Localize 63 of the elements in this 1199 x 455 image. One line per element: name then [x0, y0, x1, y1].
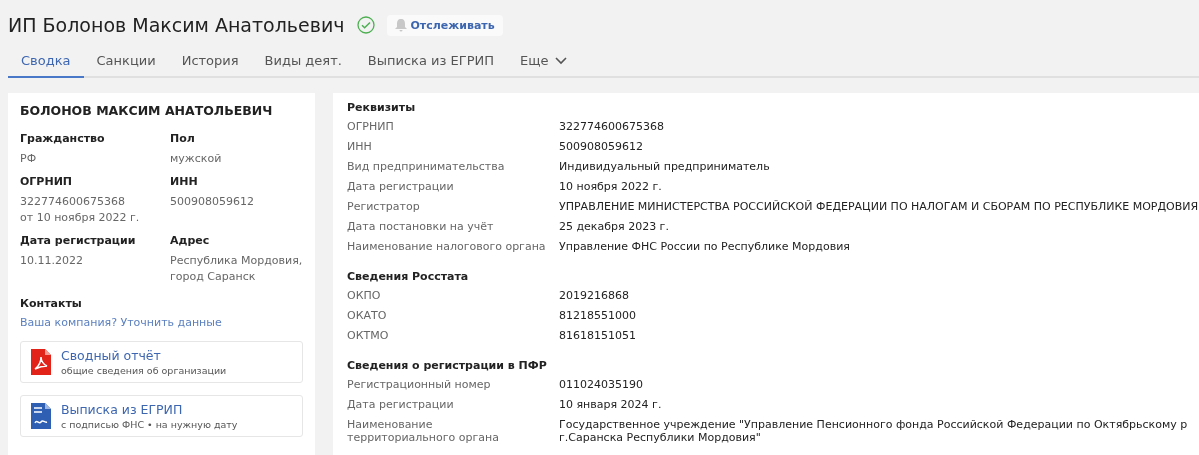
field-label: Пол: [170, 132, 196, 145]
row-label: Дата регистрации: [347, 397, 455, 413]
row-value: 81218551000: [559, 308, 637, 324]
tab[interactable]: Еще: [507, 47, 580, 78]
field-value: мужской: [170, 151, 223, 167]
field-value: 500908059612: [170, 194, 255, 210]
document-title[interactable]: Сводный отчёт: [61, 348, 227, 363]
row-label: ИНН: [347, 139, 373, 155]
follow-button[interactable]: Отслеживать: [386, 14, 503, 36]
document-subtitle: с подписью ФНС • на нужную дату: [61, 419, 238, 430]
row-value: Индивидуальный предприниматель: [559, 159, 771, 175]
field-label: Адрес: [170, 234, 211, 247]
document-title[interactable]: Выписка из ЕГРИП: [61, 402, 238, 417]
row-value: 10 января 2024 г.: [559, 397, 663, 413]
row-label: ОКАТО: [347, 308, 388, 324]
chevron-down-icon: [554, 56, 567, 65]
row-label: Дата постановки на учёт: [347, 219, 495, 235]
row-value: Государственное учреждение "Управление Пенсионного фонда Российской Федерации по Октябрьскому р г.Саранска Республики Мордовия": [559, 417, 1189, 444]
tab[interactable]: История: [168, 47, 252, 78]
row-value: УПРАВЛЕНИЕ МИНИСТЕРСТВА РОССИЙСКОЙ ФЕДЕРАЦИИ ПО НАЛОГАМ И СБОРАМ ПО РЕСПУБЛИКЕ МОРДОВИЯ: [559, 199, 1199, 215]
field-value: Республика Мордовия, город Саранск: [170, 253, 303, 285]
row-value: 25 декабря 2023 г.: [559, 219, 670, 235]
tab[interactable]: Виды деят.: [251, 47, 355, 78]
field-label: Гражданство: [20, 132, 106, 145]
field-note: от 10 ноября 2022 г.: [20, 210, 141, 226]
pdf-file-icon: [31, 349, 51, 375]
bell-icon: [394, 18, 407, 32]
row-value: 011024035190: [559, 377, 644, 393]
section-title: Реквизиты: [347, 101, 417, 114]
field-label: ИНН: [170, 175, 199, 188]
clarify-data-link[interactable]: Ваша компания? Уточнить данные: [20, 316, 303, 329]
section-title: Сведения о регистрации в ПФР: [347, 359, 548, 372]
document-download-card[interactable]: Сводный отчёт общие сведения об организации: [20, 341, 303, 383]
row-value: Управление ФНС России по Республике Мордовия: [559, 239, 851, 255]
section-title: Сведения Росстата: [347, 270, 470, 283]
row-value: 2019216868: [559, 288, 630, 304]
field-value: РФ: [20, 151, 38, 167]
field-label: ОГРНИП: [20, 175, 74, 188]
tab[interactable]: Санкции: [83, 47, 169, 78]
tab[interactable]: Сводка: [8, 47, 84, 78]
tab[interactable]: Выписка из ЕГРИП: [354, 47, 508, 78]
contacts-label: Контакты: [20, 297, 83, 310]
row-label: Регистрационный номер: [347, 377, 492, 393]
field-label: Дата регистрации: [20, 234, 137, 247]
row-label: ОКТМО: [347, 328, 390, 344]
row-label: ОГРНИП: [347, 119, 395, 135]
row-label: Дата регистрации: [347, 179, 455, 195]
row-value: 500908059612: [559, 139, 644, 155]
row-value: 322774600675368: [559, 119, 665, 135]
row-label: ОКПО: [347, 288, 382, 304]
row-value: 10 ноября 2022 г.: [559, 179, 663, 195]
row-label: Наименование территориального органа: [347, 417, 500, 444]
field-value: 322774600675368: [20, 194, 126, 210]
row-value: 81618151051: [559, 328, 637, 344]
document-download-card[interactable]: Выписка из ЕГРИП с подписью ФНС • на нужную дату: [20, 395, 303, 437]
field-value: 10.11.2022: [20, 253, 84, 269]
row-label: Наименование налогового органа: [347, 239, 547, 255]
document-subtitle: общие сведения об организации: [61, 365, 227, 376]
row-label: Вид предпринимательства: [347, 159, 506, 175]
person-name: БОЛОНОВ МАКСИМ АНАТОЛЬЕВИЧ: [20, 103, 274, 118]
page-title: ИП Болонов Максим Анатольевич: [8, 14, 345, 36]
document-icon: [31, 403, 51, 429]
row-label: Регистратор: [347, 199, 421, 215]
